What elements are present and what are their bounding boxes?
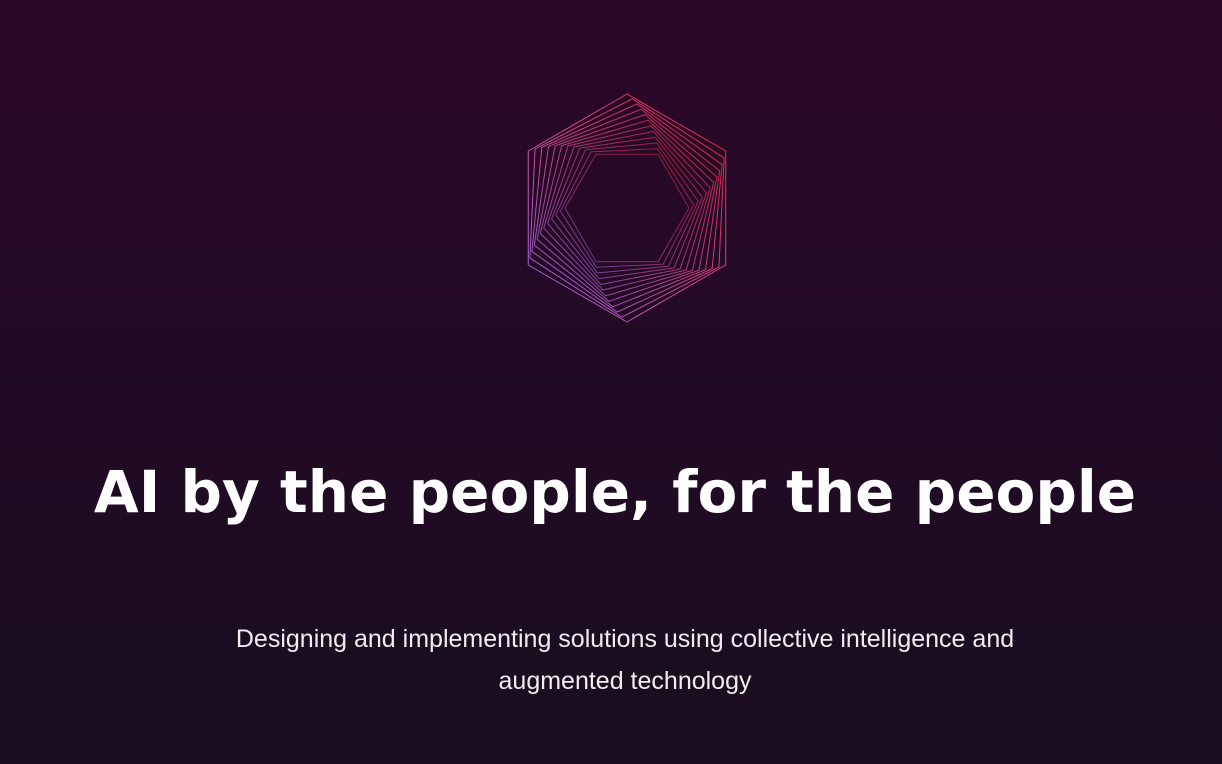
hexagon-ring — [564, 153, 690, 263]
hexagon-ring — [531, 103, 723, 313]
hero-subtitle: Designing and implementing solutions usi… — [200, 618, 1050, 702]
page-title: AI by the people, for the people — [93, 458, 1137, 526]
hexagon-ring — [527, 93, 727, 323]
subtitle-line-2: augmented technology — [498, 667, 752, 695]
subtitle-line-1: Designing and implementing solutions usi… — [235, 625, 1015, 653]
hexagon-ring — [539, 119, 715, 297]
hexagon-ring — [536, 114, 718, 302]
hero-section: AI by the people, for the people Designi… — [0, 0, 1222, 764]
hexagon-ring — [555, 142, 699, 274]
hexagon-ring — [551, 136, 703, 280]
hexagon-spiral-icon — [527, 93, 727, 323]
